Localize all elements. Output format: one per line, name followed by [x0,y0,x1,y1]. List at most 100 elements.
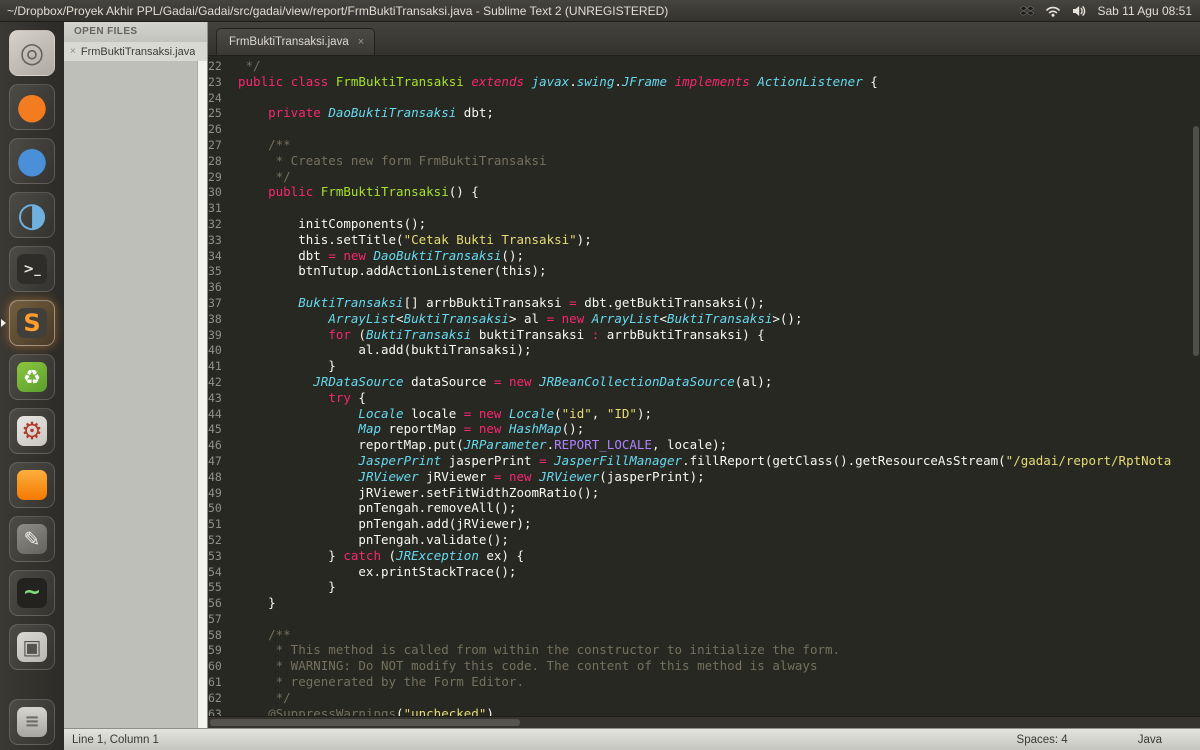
sidebar: OPEN FILES × FrmBuktiTransaksi.java [64,22,208,728]
code-line-59[interactable]: 59 * This method is called from within t… [208,642,1200,658]
line-number: 55 [208,580,238,596]
open-file-item[interactable]: × FrmBuktiTransaksi.java [64,42,207,61]
dash-home-glyph: ◎ [20,39,44,67]
horizontal-scrollbar-thumb[interactable] [210,719,520,726]
launcher-trash-icon[interactable]: ≡ [9,699,55,745]
code-editor[interactable]: 22 */23public class FrmBuktiTransaksi ex… [208,56,1200,728]
launcher-terminal-icon[interactable]: >_ [9,246,55,292]
horizontal-scrollbar[interactable] [208,716,1200,728]
code-line-62[interactable]: 62 */ [208,690,1200,706]
code-line-27[interactable]: 27 /** [208,137,1200,153]
code-line-31[interactable]: 31 [208,200,1200,216]
window-title: ~/Dropbox/Proyek Akhir PPL/Gadai/Gadai/s… [0,4,668,18]
code-line-60[interactable]: 60 * WARNING: Do NOT modify this code. T… [208,658,1200,674]
code-line-53[interactable]: 53 } catch (JRException ex) { [208,548,1200,564]
launcher-system-monitor-icon[interactable]: ~ [9,570,55,616]
tab-frmbuktitransaksi[interactable]: FrmBuktiTransaksi.java × [216,28,375,55]
vertical-scrollbar-thumb[interactable] [1193,126,1199,356]
code-line-35[interactable]: 35 btnTutup.addActionListener(this); [208,263,1200,279]
code-line-39[interactable]: 39 for (BuktiTransaksi buktiTransaksi : … [208,327,1200,343]
launcher-sublime-text-icon[interactable]: S [9,300,55,346]
code-line-47[interactable]: 47 JasperPrint jasperPrint = JasperFillM… [208,453,1200,469]
sublime-text-glyph: S [23,311,40,335]
clock-indicator[interactable]: Sab 11 Agu 08:51 [1097,4,1192,18]
code-line-43[interactable]: 43 try { [208,390,1200,406]
launcher-system-settings-icon[interactable]: ⚙ [9,408,55,454]
line-number: 37 [208,296,238,312]
line-number: 23 [208,75,238,91]
code-line-42[interactable]: 42 JRDataSource dataSource = new JRBeanC… [208,374,1200,390]
code-line-32[interactable]: 32 initComponents(); [208,216,1200,232]
indent-setting[interactable]: Spaces: 4 [1017,734,1068,746]
code-line-57[interactable]: 57 [208,611,1200,627]
code-line-40[interactable]: 40 al.add(buktiTransaksi); [208,342,1200,358]
file-close-icon[interactable]: × [70,46,76,57]
code-line-36[interactable]: 36 [208,279,1200,295]
code-line-33[interactable]: 33 this.setTitle("Cetak Bukti Transaksi"… [208,232,1200,248]
code-line-51[interactable]: 51 pnTengah.add(jRViewer); [208,516,1200,532]
launcher-files-folder-icon[interactable] [9,462,55,508]
launcher-gimp-icon[interactable]: ✎ [9,516,55,562]
launcher-firefox-icon[interactable]: ● [9,84,55,130]
line-number: 27 [208,138,238,154]
caret-position: Line 1, Column 1 [64,734,159,746]
code-line-23[interactable]: 23public class FrmBuktiTransaksi extends… [208,74,1200,90]
code-line-30[interactable]: 30 public FrmBuktiTransaksi() { [208,184,1200,200]
code-line-38[interactable]: 38 ArrayList<BuktiTransaksi> al = new Ar… [208,311,1200,327]
code-line-54[interactable]: 54 ex.printStackTrace(); [208,564,1200,580]
code-line-25[interactable]: 25 private DaoBuktiTransaksi dbt; [208,105,1200,121]
code-line-22[interactable]: 22 */ [208,58,1200,74]
tab-close-icon[interactable]: × [358,36,364,48]
line-number: 52 [208,533,238,549]
network-wifi-icon[interactable] [1045,5,1061,17]
code-line-56[interactable]: 56 } [208,595,1200,611]
code-area: 22 */23public class FrmBuktiTransaksi ex… [208,56,1200,721]
files-folder-icon-bg [17,470,47,500]
code-line-55[interactable]: 55 } [208,579,1200,595]
editor-pane: FrmBuktiTransaksi.java × 22 */23public c… [208,22,1200,728]
line-number: 58 [208,628,238,644]
code-line-29[interactable]: 29 */ [208,169,1200,185]
code-line-50[interactable]: 50 pnTengah.removeAll(); [208,500,1200,516]
line-number: 44 [208,407,238,423]
line-number: 42 [208,375,238,391]
code-line-52[interactable]: 52 pnTengah.validate(); [208,532,1200,548]
code-line-41[interactable]: 41 } [208,358,1200,374]
top-panel: ~/Dropbox/Proyek Akhir PPL/Gadai/Gadai/s… [0,0,1200,22]
launcher-screenshot-tool-icon[interactable]: ▣ [9,624,55,670]
code-line-37[interactable]: 37 BuktiTransaksi[] arrbBuktiTransaksi =… [208,295,1200,311]
syntax-setting[interactable]: Java [1138,734,1162,746]
line-number: 32 [208,217,238,233]
code-line-34[interactable]: 34 dbt = new DaoBuktiTransaksi(); [208,248,1200,264]
launcher-app-blue-swirl-icon[interactable]: ◑ [9,192,55,238]
system-monitor-glyph: ~ [23,582,41,604]
line-number: 30 [208,185,238,201]
terminal-glyph: >_ [23,263,40,276]
code-line-58[interactable]: 58 /** [208,627,1200,643]
code-line-61[interactable]: 61 * regenerated by the Form Editor. [208,674,1200,690]
volume-indicator-icon[interactable] [1072,5,1086,17]
code-line-45[interactable]: 45 Map reportMap = new HashMap(); [208,421,1200,437]
code-line-48[interactable]: 48 JRViewer jRViewer = new JRViewer(jasp… [208,469,1200,485]
sidebar-scrollbar[interactable] [197,61,207,728]
line-number: 49 [208,486,238,502]
launcher-app-blue-round-icon[interactable]: ● [9,138,55,184]
line-number: 24 [208,91,238,107]
launcher-app-green-sync-icon[interactable]: ♻ [9,354,55,400]
line-number: 48 [208,470,238,486]
code-line-44[interactable]: 44 Locale locale = new Locale("id", "ID"… [208,406,1200,422]
line-number: 29 [208,170,238,186]
code-line-26[interactable]: 26 [208,121,1200,137]
code-line-46[interactable]: 46 reportMap.put(JRParameter.REPORT_LOCA… [208,437,1200,453]
code-line-49[interactable]: 49 jRViewer.setFitWidthZoomRatio(); [208,485,1200,501]
tab-bar: FrmBuktiTransaksi.java × [208,22,1200,56]
code-line-28[interactable]: 28 * Creates new form FrmBuktiTransaksi [208,153,1200,169]
vertical-scrollbar[interactable] [1192,56,1200,716]
line-number: 34 [208,249,238,265]
line-number: 43 [208,391,238,407]
sublime-window: OPEN FILES × FrmBuktiTransaksi.java FrmB… [64,22,1200,750]
code-line-24[interactable]: 24 [208,90,1200,106]
line-number: 57 [208,612,238,628]
launcher-dash-home-icon[interactable]: ◎ [9,30,55,76]
dropbox-indicator-icon[interactable] [1020,5,1034,17]
